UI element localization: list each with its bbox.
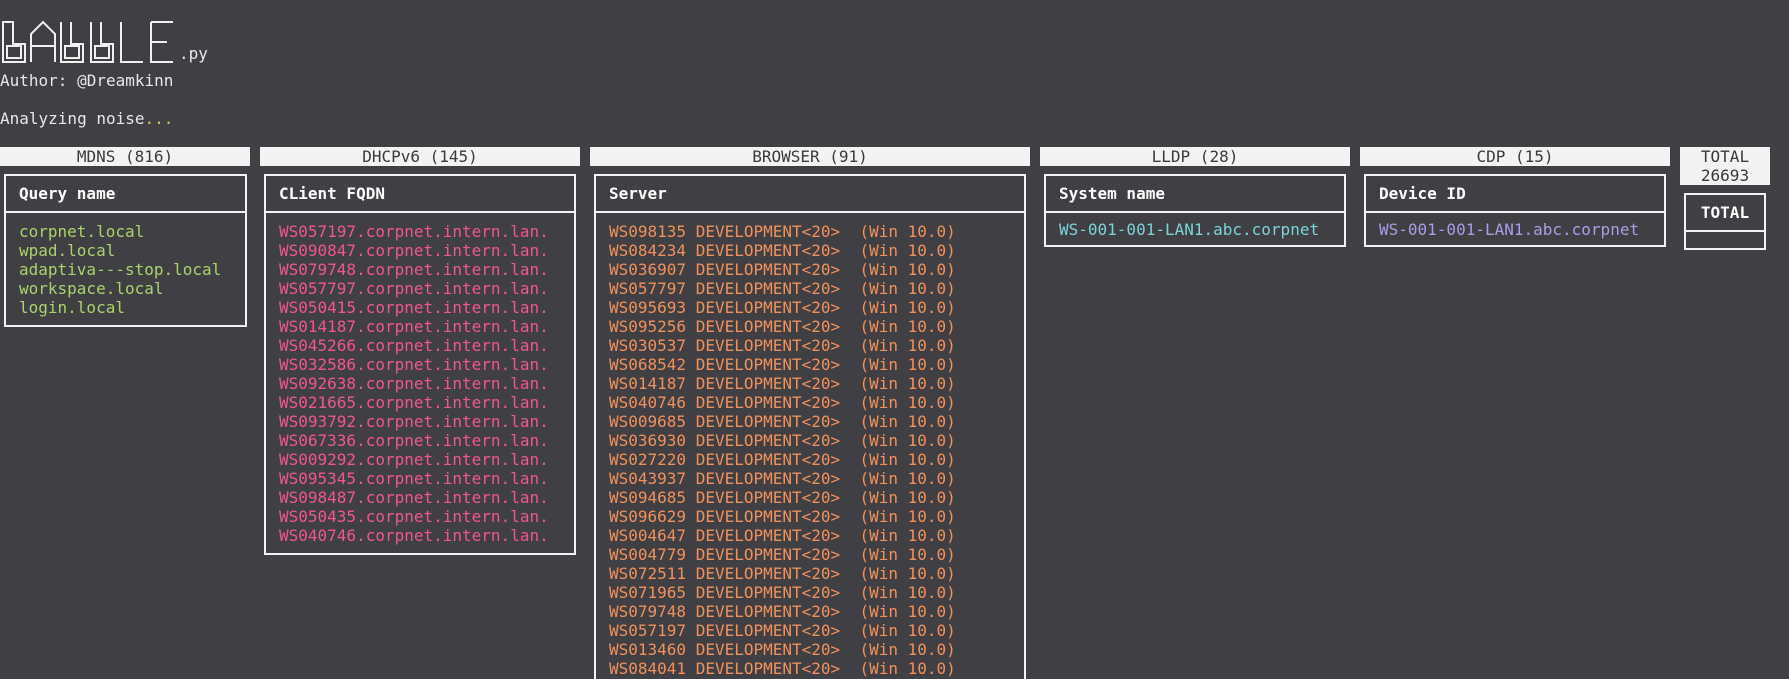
browser-rows: WS098135 DEVELOPMENT<20> (Win 10.0) WS084… [596,213,1024,679]
cdp-rows: WS-001-001-LAN1.abc.corpnet [1366,213,1664,245]
mdns-row: wpad.local [19,241,116,260]
browser-column: BROWSER (91) Server WS098135 DEVELOPMENT… [590,147,1030,679]
dhcpv6-field-header: CLient FQDN [266,176,574,213]
mdns-column: MDNS (816) Query name corpnet.local wpad.… [0,147,250,327]
dhcpv6-row: WS090847.corpnet.intern.lan. [279,241,549,260]
terminal-window: .py Author: @Dreamkinn Analyzing noise..… [0,0,1789,679]
dhcpv6-row: WS045266.corpnet.intern.lan. [279,336,549,355]
dhcpv6-row: WS032586.corpnet.intern.lan. [279,355,549,374]
cdp-table: Device ID WS-001-001-LAN1.abc.corpnet [1364,174,1666,247]
total-column: TOTAL 26693 TOTAL [1680,147,1770,250]
browser-row: WS071965 DEVELOPMENT<20> (Win 10.0) [609,583,956,602]
browser-row: WS079748 DEVELOPMENT<20> (Win 10.0) [609,602,956,621]
browser-row: WS057797 DEVELOPMENT<20> (Win 10.0) [609,279,956,298]
status-line: Analyzing noise... [0,109,173,128]
dhcpv6-rows: WS057197.corpnet.intern.lan. WS090847.cor… [266,213,574,553]
browser-row: WS027220 DEVELOPMENT<20> (Win 10.0) [609,450,956,469]
mdns-row: adaptiva---stop.local [19,260,222,279]
total-header: TOTAL 26693 [1680,147,1770,185]
dhcpv6-row: WS050435.corpnet.intern.lan. [279,507,549,526]
dhcpv6-table: CLient FQDN WS057197.corpnet.intern.lan.… [264,174,576,555]
total-table: TOTAL [1684,193,1766,250]
total-count: 26693 [1700,166,1750,185]
dhcpv6-row: WS021665.corpnet.intern.lan. [279,393,549,412]
lldp-row: WS-001-001-LAN1.abc.corpnet [1059,220,1320,239]
cdp-row: WS-001-001-LAN1.abc.corpnet [1379,220,1640,239]
mdns-table: Query name corpnet.local wpad.local adapti… [4,174,247,327]
dhcpv6-row: WS014187.corpnet.intern.lan. [279,317,549,336]
cdp-header: CDP (15) [1360,147,1670,166]
lldp-column: LLDP (28) System name WS-001-001-LAN1.ab… [1040,147,1350,247]
lldp-table: System name WS-001-001-LAN1.abc.corpnet [1044,174,1346,247]
browser-row: WS057197 DEVELOPMENT<20> (Win 10.0) [609,621,956,640]
logo-suffix: .py [179,44,208,63]
browser-row: WS036930 DEVELOPMENT<20> (Win 10.0) [609,431,956,450]
browser-row: WS013460 DEVELOPMENT<20> (Win 10.0) [609,640,956,659]
mdns-row: login.local [19,298,125,317]
dhcpv6-row: WS092638.corpnet.intern.lan. [279,374,549,393]
author-line: Author: @Dreamkinn [0,71,174,90]
mdns-row: corpnet.local [19,222,145,241]
browser-row: WS030537 DEVELOPMENT<20> (Win 10.0) [609,336,956,355]
browser-row: WS084234 DEVELOPMENT<20> (Win 10.0) [609,241,956,260]
dhcpv6-row: WS057797.corpnet.intern.lan. [279,279,549,298]
dhcpv6-row: WS095345.corpnet.intern.lan. [279,469,549,488]
mdns-field-header: Query name [6,176,245,213]
browser-row: WS094685 DEVELOPMENT<20> (Win 10.0) [609,488,956,507]
browser-row: WS098135 DEVELOPMENT<20> (Win 10.0) [609,222,956,241]
mdns-rows: corpnet.local wpad.local adaptiva---stop.l… [6,213,245,325]
lldp-rows: WS-001-001-LAN1.abc.corpnet [1046,213,1344,245]
total-field-header: TOTAL [1686,195,1764,232]
dhcpv6-row: WS009292.corpnet.intern.lan. [279,450,549,469]
total-label: TOTAL [1700,147,1750,166]
mdns-row: workspace.local [19,279,164,298]
browser-row: WS036907 DEVELOPMENT<20> (Win 10.0) [609,260,956,279]
app-logo: .py [0,20,208,64]
status-text: Analyzing noise [0,109,145,128]
total-body [1686,232,1764,248]
browser-row: WS095256 DEVELOPMENT<20> (Win 10.0) [609,317,956,336]
cdp-field-header: Device ID [1366,176,1664,213]
dhcpv6-row: WS057197.corpnet.intern.lan. [279,222,549,241]
browser-row: WS072511 DEVELOPMENT<20> (Win 10.0) [609,564,956,583]
dhcpv6-header: DHCPv6 (145) [260,147,580,166]
dhcpv6-row: WS098487.corpnet.intern.lan. [279,488,549,507]
browser-row: WS004647 DEVELOPMENT<20> (Win 10.0) [609,526,956,545]
lldp-header: LLDP (28) [1040,147,1350,166]
browser-header: BROWSER (91) [590,147,1030,166]
browser-row: WS004779 DEVELOPMENT<20> (Win 10.0) [609,545,956,564]
browser-row: WS043937 DEVELOPMENT<20> (Win 10.0) [609,469,956,488]
babble-logo-icon [2,20,173,63]
dhcpv6-row: WS050415.corpnet.intern.lan. [279,298,549,317]
browser-table: Server WS098135 DEVELOPMENT<20> (Win 10.… [594,174,1026,679]
mdns-header: MDNS (816) [0,147,250,166]
browser-row: WS096629 DEVELOPMENT<20> (Win 10.0) [609,507,956,526]
dhcpv6-row: WS067336.corpnet.intern.lan. [279,431,549,450]
dhcpv6-row: WS079748.corpnet.intern.lan. [279,260,549,279]
browser-field-header: Server [596,176,1024,213]
dhcpv6-row: WS093792.corpnet.intern.lan. [279,412,549,431]
cdp-column: CDP (15) Device ID WS-001-001-LAN1.abc.c… [1360,147,1670,247]
dhcpv6-column: DHCPv6 (145) CLient FQDN WS057197.corpne… [260,147,580,555]
dhcpv6-row: WS040746.corpnet.intern.lan. [279,526,549,545]
browser-row: WS084041 DEVELOPMENT<20> (Win 10.0) [609,659,956,678]
browser-row: WS068542 DEVELOPMENT<20> (Win 10.0) [609,355,956,374]
lldp-field-header: System name [1046,176,1344,213]
browser-row: WS009685 DEVELOPMENT<20> (Win 10.0) [609,412,956,431]
browser-row: WS014187 DEVELOPMENT<20> (Win 10.0) [609,374,956,393]
browser-row: WS095693 DEVELOPMENT<20> (Win 10.0) [609,298,956,317]
browser-row: WS040746 DEVELOPMENT<20> (Win 10.0) [609,393,956,412]
status-dots: ... [144,109,174,128]
